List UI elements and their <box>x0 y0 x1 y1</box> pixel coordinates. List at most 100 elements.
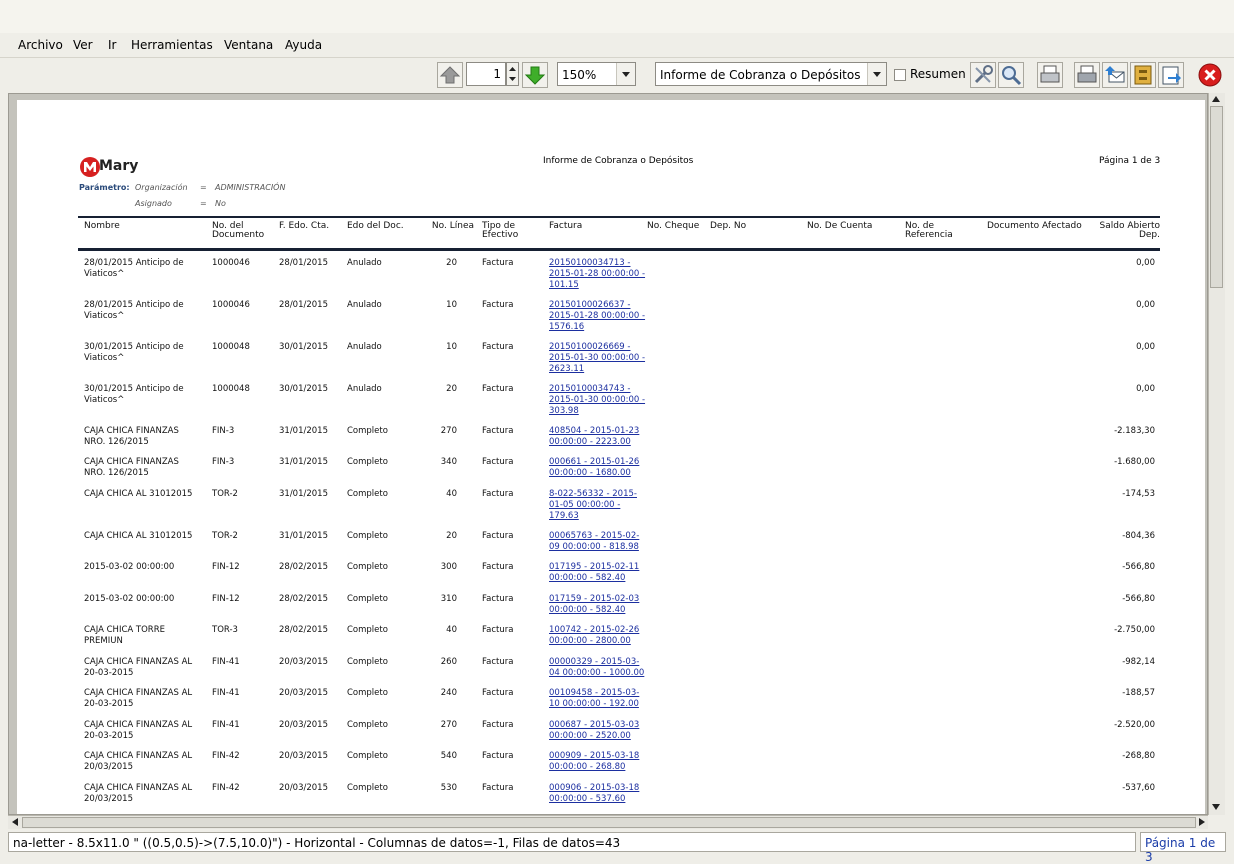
factura-link[interactable]: 00065763 - 2015-02- 09 00:00:00 - 818.98 <box>549 531 649 553</box>
cell-nombre: 28/01/2015 Anticipo de Viaticos^ <box>84 300 184 321</box>
report-title: Informe de Cobranza o Depósitos <box>543 156 694 166</box>
next-page-button[interactable] <box>522 62 548 88</box>
page-spinner[interactable] <box>506 62 519 86</box>
cell-nombre: 30/01/2015 Anticipo de Viaticos^ <box>84 342 184 363</box>
wrench-icon <box>974 65 993 84</box>
cell-doc: TOR-2 <box>212 531 238 541</box>
column-header-documento: No. del Documento <box>212 221 265 240</box>
factura-link[interactable]: 20150100034713 - 2015-01-28 00:00:00 - 1… <box>549 258 649 291</box>
scroll-left-icon[interactable] <box>12 818 18 826</box>
resumen-checkbox[interactable] <box>894 69 906 81</box>
cell-doc: FIN-3 <box>212 457 235 467</box>
cell-nombre: 2015-03-02 00:00:00 <box>84 594 175 604</box>
cell-tipo: Factura <box>482 384 514 394</box>
factura-link[interactable]: 017195 - 2015-02-11 00:00:00 - 582.40 <box>549 562 649 584</box>
menu-herramientas[interactable]: Herramientas <box>131 38 213 52</box>
menu-ventana[interactable]: Ventana <box>224 38 273 52</box>
factura-link[interactable]: 20150100026669 - 2015-01-30 00:00:00 - 2… <box>549 342 649 375</box>
factura-link[interactable]: 8-022-56332 - 2015- 01-05 00:00:00 - 179… <box>549 489 649 522</box>
column-header-no-cuenta: No. De Cuenta <box>807 221 873 231</box>
archive-button[interactable] <box>1130 62 1156 88</box>
cell-estado: Anulado <box>347 258 382 268</box>
zoom-select[interactable]: 150% <box>557 62 636 86</box>
cell-estado: Completo <box>347 531 388 541</box>
export-button[interactable] <box>1158 62 1184 88</box>
cell-tipo: Factura <box>482 531 514 541</box>
menu-archivo[interactable]: Archivo <box>18 38 63 52</box>
find-button[interactable] <box>998 62 1024 88</box>
previous-page-button[interactable] <box>437 62 463 88</box>
factura-link[interactable]: 00000329 - 2015-03- 04 00:00:00 - 1000.0… <box>549 657 649 679</box>
logo-text: Mary <box>99 158 139 174</box>
report-viewer[interactable]: Mary Informe de Cobranza o Depósitos Pág… <box>8 93 1208 815</box>
menu-ir[interactable]: Ir <box>108 38 116 52</box>
arrow-down-icon <box>524 66 546 85</box>
cell-nombre: CAJA CHICA FINANZAS AL 20/03/2015 <box>84 751 193 772</box>
cell-tipo: Factura <box>482 751 514 761</box>
cell-nombre: CAJA CHICA FINANZAS AL 20-03-2015 <box>84 657 193 678</box>
header-bottom-rule <box>78 248 1160 251</box>
cell-saldo: -2.520,00 <box>1114 720 1155 730</box>
factura-link[interactable]: 017159 - 2015-02-03 00:00:00 - 582.40 <box>549 594 649 616</box>
window-top-band <box>0 0 1234 33</box>
cell-linea: 40 <box>446 625 457 635</box>
cell-estado: Anulado <box>347 384 382 394</box>
factura-link[interactable]: 00109458 - 2015-03- 10 00:00:00 - 192.00 <box>549 688 649 710</box>
cell-nombre: CAJA CHICA FINANZAS AL 20/03/2015 <box>84 783 193 804</box>
factura-link[interactable]: 000661 - 2015-01-26 00:00:00 - 1680.00 <box>549 457 649 479</box>
cell-doc: 1000046 <box>212 300 250 310</box>
status-page-count: Página 1 de 3 <box>1140 832 1226 864</box>
cell-estado: Completo <box>347 625 388 635</box>
cell-linea: 270 <box>440 720 457 730</box>
factura-link[interactable]: 000906 - 2015-03-18 00:00:00 - 537.60 <box>549 783 649 805</box>
cell-linea: 340 <box>440 457 457 467</box>
print-setup-button[interactable] <box>1074 62 1100 88</box>
send-mail-button[interactable] <box>1102 62 1128 88</box>
cell-tipo: Factura <box>482 688 514 698</box>
scroll-right-icon[interactable] <box>1199 818 1205 826</box>
close-icon <box>1198 63 1222 87</box>
vertical-scroll-thumb[interactable] <box>1210 106 1223 288</box>
cell-estado: Anulado <box>347 342 382 352</box>
report-select[interactable]: Informe de Cobranza o Depósitos <box>655 62 887 86</box>
cell-saldo: -188,57 <box>1122 688 1155 698</box>
cell-tipo: Factura <box>482 489 514 499</box>
cell-estado: Completo <box>347 688 388 698</box>
chevron-down-icon <box>867 63 886 85</box>
menu-ayuda[interactable]: Ayuda <box>285 38 322 52</box>
mail-send-icon <box>1105 66 1125 83</box>
column-header-fecha-edo-cta: F. Edo. Cta. <box>279 221 330 231</box>
cell-doc: TOR-3 <box>212 625 238 635</box>
factura-link[interactable]: 20150100026637 - 2015-01-28 00:00:00 - 1… <box>549 300 649 333</box>
cell-linea: 20 <box>446 258 457 268</box>
param1-value: ADMINISTRACIÓN <box>215 183 286 192</box>
close-button[interactable] <box>1197 62 1223 88</box>
column-header-tipo-efectivo: Tipo de Efectivo <box>482 221 519 240</box>
factura-link[interactable]: 000909 - 2015-03-18 00:00:00 - 268.80 <box>549 751 649 773</box>
cell-nombre: CAJA CHICA AL 31012015 <box>84 531 193 541</box>
cell-tipo: Factura <box>482 300 514 310</box>
factura-link[interactable]: 408504 - 2015-01-23 00:00:00 - 2223.00 <box>549 426 649 448</box>
scroll-up-icon[interactable] <box>1212 96 1220 102</box>
cell-estado: Completo <box>347 720 388 730</box>
arrow-up-icon <box>439 66 461 84</box>
cell-saldo: -2.750,00 <box>1114 625 1155 635</box>
scroll-down-icon[interactable] <box>1212 804 1220 810</box>
print-button[interactable] <box>1037 62 1063 88</box>
horizontal-scroll-thumb[interactable] <box>22 817 1196 828</box>
factura-link[interactable]: 000687 - 2015-03-03 00:00:00 - 2520.00 <box>549 720 649 742</box>
cell-nombre: 30/01/2015 Anticipo de Viaticos^ <box>84 384 184 405</box>
tools-button[interactable] <box>970 62 996 88</box>
spinner-arrows-icon <box>509 67 516 81</box>
factura-link[interactable]: 20150100034743 - 2015-01-30 00:00:00 - 3… <box>549 384 649 417</box>
cell-estado: Completo <box>347 594 388 604</box>
page-number-input[interactable]: 1 <box>466 62 506 86</box>
cell-fecha: 30/01/2015 <box>279 342 328 352</box>
cell-doc: 1000048 <box>212 384 250 394</box>
cell-doc: FIN-42 <box>212 783 240 793</box>
factura-link[interactable]: 100742 - 2015-02-26 00:00:00 - 2800.00 <box>549 625 649 647</box>
menu-ver[interactable]: Ver <box>73 38 93 52</box>
cell-tipo: Factura <box>482 457 514 467</box>
printer-setup-icon <box>1077 65 1097 83</box>
export-icon <box>1162 66 1181 85</box>
